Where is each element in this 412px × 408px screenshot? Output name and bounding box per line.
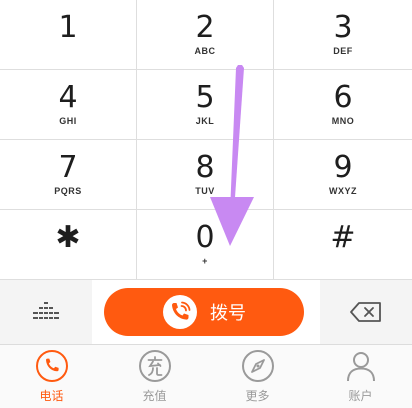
delete-digit-button[interactable] <box>320 280 412 344</box>
bottom-tab-bar: 电话 充值 更多 账户 <box>0 344 412 408</box>
key-digit: 9 <box>333 150 353 185</box>
key-digit: 5 <box>195 80 215 115</box>
dial-button[interactable]: 拨号 <box>104 288 304 336</box>
key-7[interactable]: 7 PQRS <box>0 140 137 210</box>
recharge-icon <box>138 350 171 382</box>
key-letters: JKL <box>195 116 215 126</box>
tab-label: 更多 <box>245 389 270 403</box>
key-digit: 1 <box>58 10 78 45</box>
dial-label: 拨号 <box>210 303 246 324</box>
key-6[interactable]: 6 MNO <box>274 70 412 140</box>
key-letters: + <box>202 256 208 266</box>
tab-recharge[interactable]: 充值 <box>103 345 206 408</box>
tab-label: 电话 <box>39 389 64 403</box>
phone-icon <box>35 350 68 382</box>
key-letters: WXYZ <box>329 186 357 196</box>
key-0[interactable]: 0 + <box>137 210 274 280</box>
key-star[interactable]: ✱ <box>0 210 137 280</box>
key-digit: 0 <box>195 220 215 255</box>
compass-icon <box>241 350 274 382</box>
key-hash[interactable]: # <box>274 210 412 280</box>
key-1[interactable]: 1 <box>0 0 137 70</box>
key-letters: PQRS <box>54 186 82 196</box>
keypad-collapse-icon <box>33 302 59 319</box>
key-letters: GHI <box>59 116 77 126</box>
tab-label: 账户 <box>348 389 373 403</box>
key-digit: 7 <box>58 150 78 185</box>
key-digit: ✱ <box>55 220 81 255</box>
key-digit: 4 <box>58 80 78 115</box>
person-icon <box>346 352 375 382</box>
tab-account[interactable]: 账户 <box>309 345 412 408</box>
key-digit: 3 <box>333 10 353 45</box>
phone-call-icon <box>163 295 197 329</box>
backspace-icon <box>350 302 381 322</box>
key-letters: TUV <box>195 186 215 196</box>
key-5[interactable]: 5 JKL <box>137 70 274 140</box>
key-digit: # <box>330 220 356 255</box>
dial-action-row: 拨号 <box>0 280 412 344</box>
key-letters: DEF <box>333 46 353 56</box>
collapse-keypad-button[interactable] <box>0 280 92 344</box>
key-3[interactable]: 3 DEF <box>274 0 412 70</box>
key-digit: 2 <box>195 10 215 45</box>
key-2[interactable]: 2 ABC <box>137 0 274 70</box>
tab-more[interactable]: 更多 <box>206 345 309 408</box>
key-letters: MNO <box>331 116 355 126</box>
key-digit: 8 <box>195 150 215 185</box>
key-letters: ABC <box>194 46 216 56</box>
key-9[interactable]: 9 WXYZ <box>274 140 412 210</box>
dial-keypad: 1 2 ABC 3 DEF 4 GHI 5 JKL 6 MNO 7 PQRS 8… <box>0 0 412 280</box>
tab-phone[interactable]: 电话 <box>0 345 103 408</box>
key-8[interactable]: 8 TUV <box>137 140 274 210</box>
key-4[interactable]: 4 GHI <box>0 70 137 140</box>
tab-label: 充值 <box>142 389 167 403</box>
key-digit: 6 <box>333 80 353 115</box>
